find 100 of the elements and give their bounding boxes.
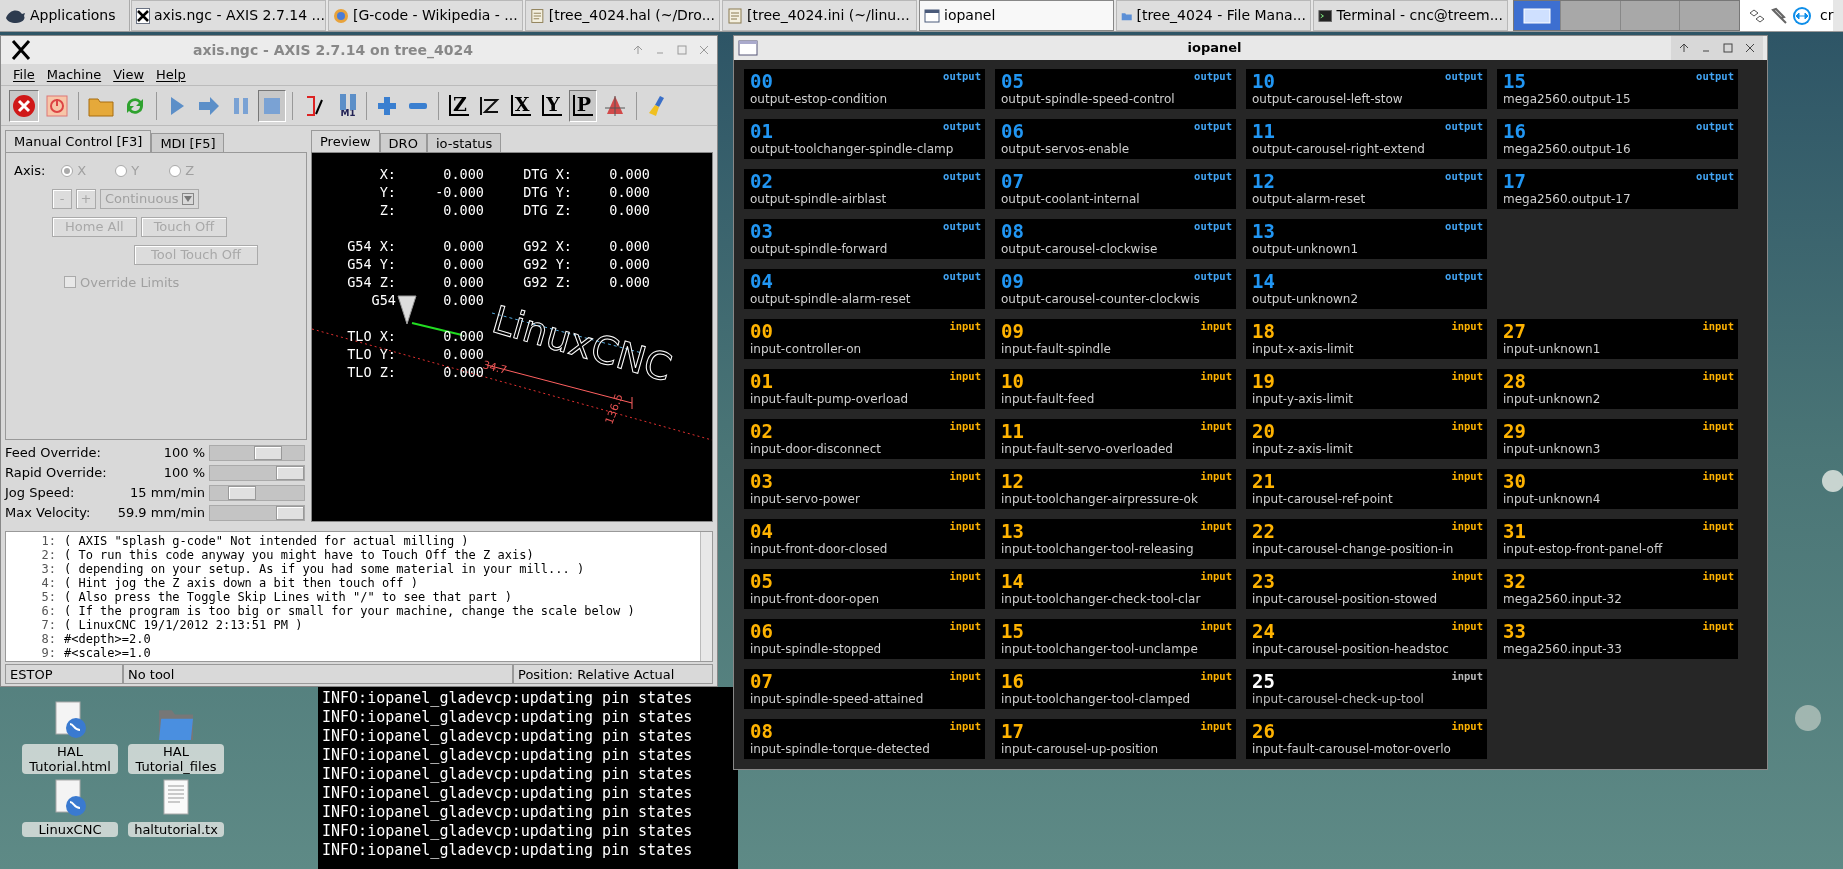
pin-name: input-carousel-change-position-in [1252, 541, 1455, 557]
pin-name: input-spindle-torque-detected [750, 741, 931, 757]
workspace-pager[interactable] [1513, 0, 1740, 31]
slider-thumb[interactable] [276, 466, 304, 480]
remote-arrows-icon[interactable] [1792, 5, 1812, 26]
menu-item[interactable]: File [13, 64, 35, 85]
status-field: ESTOP [5, 664, 123, 684]
terminal-line: INFO:iopanel_gladevcp:updating pin states [322, 689, 694, 708]
dro-label: TLO Y: [346, 345, 396, 363]
desktop-icon-label[interactable]: LinuxCNC [22, 822, 118, 837]
tab[interactable]: DRO [379, 133, 427, 152]
slider-label: Rapid Override: [5, 464, 105, 483]
browser-icon [333, 7, 349, 24]
pin-type: input [1200, 469, 1232, 483]
taskbar-button[interactable]: [G-code - Wikipedia - ... [328, 0, 523, 31]
line-number: 3: [40, 562, 56, 576]
folder-icon [159, 710, 193, 740]
pin-name: input-fault-spindle [1001, 341, 1112, 357]
view-button[interactable]: Z [445, 89, 473, 122]
pin-type: input [1451, 619, 1483, 633]
pin-number: 21 [1252, 469, 1275, 493]
pin-type: output [1445, 269, 1483, 283]
maximize-icon[interactable] [1723, 43, 1733, 53]
dro-value: 0.000 [442, 255, 484, 273]
pin-type: input [1451, 419, 1483, 433]
pin-type: input [949, 319, 981, 333]
view-button[interactable]: Y [538, 89, 566, 122]
pin-number: 28 [1503, 369, 1526, 393]
pin-number: 05 [1001, 69, 1024, 93]
taskbar-button[interactable]: [tree_4024.hal (~/Dro... [525, 0, 720, 31]
pin-name: output-spindle-airblast [750, 191, 888, 207]
pin-type: output [943, 219, 981, 233]
pin-name: input-toolchanger-tool-releasing [1001, 541, 1195, 557]
pin-number: 06 [750, 619, 773, 643]
applications-menu[interactable]: Applications [0, 0, 130, 31]
pin-number: 07 [750, 669, 773, 693]
pin-name: input-estop-front-panel-off [1503, 541, 1664, 557]
dro-label: G92 Z: [522, 273, 572, 291]
scrollbar[interactable] [700, 532, 712, 661]
pin-number: 02 [750, 169, 773, 193]
code-line: #<scale>=1.0 [64, 646, 151, 660]
line-number: 1: [40, 534, 56, 548]
slider-thumb[interactable] [254, 446, 283, 460]
tab[interactable]: Preview [311, 130, 380, 152]
desktop-icon-label[interactable]: HAL Tutorial.html [22, 744, 118, 774]
line-number: 2: [40, 548, 56, 562]
taskbar-button[interactable]: axis.ngc - AXIS 2.7.14 ... [131, 0, 326, 31]
menu-item[interactable]: Help [156, 64, 186, 85]
close-icon[interactable] [1745, 43, 1755, 53]
pin-name: output-toolchanger-spindle-clamp [750, 141, 955, 157]
tab[interactable]: io-status [426, 133, 502, 152]
taskbar-button[interactable]: iopanel [919, 0, 1114, 31]
pin-number: 08 [750, 719, 773, 743]
pin-name: input-front-door-open [750, 591, 881, 607]
menu-item[interactable]: Machine [46, 64, 102, 85]
pin-number: 26 [1252, 719, 1275, 743]
dro-value: 0.000 [608, 165, 650, 183]
pin-type: input [1451, 519, 1483, 533]
desktop-icon-label[interactable]: HAL Tutorial_files [128, 744, 224, 774]
taskbar-button[interactable]: Terminal - cnc@treem... [1313, 0, 1508, 31]
pin-name: input-y-axis-limit [1252, 391, 1354, 407]
dro-value: 0.000 [442, 291, 484, 309]
pin-type: input [1702, 319, 1734, 333]
pin-name: input-toolchanger-tool-clamped [1001, 691, 1192, 707]
maximize-icon[interactable] [677, 45, 687, 55]
dro-value: 0.000 [608, 273, 650, 291]
pin-name: input-carousel-ref-point [1252, 491, 1394, 507]
dro-value: -0.000 [434, 183, 484, 201]
pin-type: input [1451, 569, 1483, 583]
taskbar-button[interactable]: [tree_4024 - File Mana... [1116, 0, 1311, 31]
menu-item[interactable]: View [113, 64, 145, 85]
view-button[interactable]: P [569, 89, 597, 122]
up-arrow-icon[interactable] [1679, 43, 1689, 53]
tab[interactable]: MDI [F5] [151, 133, 225, 152]
pin-number: 03 [750, 219, 773, 243]
taskbar-button[interactable]: [tree_4024.ini (~/linu... [722, 0, 917, 31]
pin-name: input-carousel-position-stowed [1252, 591, 1439, 607]
code-line: ( If the program is too big or small for your machine, change the scale below ) [64, 604, 635, 618]
slider-thumb[interactable] [276, 506, 304, 520]
tab[interactable]: Manual Control [F3] [5, 130, 152, 152]
code-line: ( Hint jog the Z axis down a bit then touch off ) [64, 576, 418, 590]
dro-value: 0.000 [608, 255, 650, 273]
terminal-icon [1318, 7, 1333, 24]
code-line: #<depth>=2.0 [64, 632, 151, 646]
pin-name: input-toolchanger-airpressure-ok [1001, 491, 1199, 507]
pin-number: 12 [1252, 169, 1275, 193]
dro-label: G92 X: [522, 237, 572, 255]
slider-thumb[interactable] [228, 486, 257, 500]
tool-cone [397, 295, 417, 325]
view-button[interactable]: X [507, 89, 535, 122]
pin-number: 33 [1503, 619, 1526, 643]
dro-value: 0.000 [442, 327, 484, 345]
pin-number: 11 [1001, 419, 1024, 443]
plus-icon [376, 94, 398, 117]
pin-number: 18 [1252, 319, 1275, 343]
pin-number: 02 [750, 419, 773, 443]
pin-type: output [943, 269, 981, 283]
pin-name: input-fault-servo-overloaded [1001, 441, 1174, 457]
desktop-icon-label[interactable]: haltutorial.tx [128, 822, 224, 837]
terminal-line: INFO:iopanel_gladevcp:updating pin states [322, 841, 694, 860]
